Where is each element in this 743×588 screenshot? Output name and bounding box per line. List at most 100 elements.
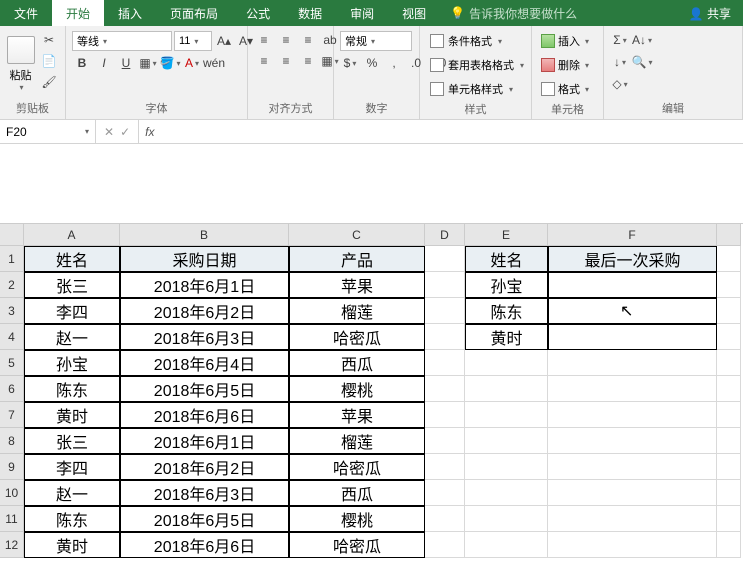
comma-button[interactable]: , bbox=[384, 54, 404, 72]
row-header[interactable]: 12 bbox=[0, 532, 24, 558]
cut-button[interactable]: ✂ bbox=[39, 31, 59, 49]
cell-A3[interactable]: 李四 bbox=[24, 298, 120, 324]
cell-C2[interactable]: 苹果 bbox=[289, 272, 425, 298]
cell-C12[interactable]: 哈密瓜 bbox=[289, 532, 425, 558]
cell-B7[interactable]: 2018年6月6日 bbox=[120, 402, 289, 428]
cell-D5[interactable] bbox=[425, 350, 465, 376]
cell-extra[interactable] bbox=[717, 272, 741, 298]
cell-D1[interactable] bbox=[425, 246, 465, 272]
row-header[interactable]: 3 bbox=[0, 298, 24, 324]
cell-A10[interactable]: 赵一 bbox=[24, 480, 120, 506]
tab-review[interactable]: 审阅 bbox=[336, 0, 388, 26]
col-header-D[interactable]: D bbox=[425, 224, 465, 246]
cell-extra[interactable] bbox=[717, 480, 741, 506]
cell-B2[interactable]: 2018年6月1日 bbox=[120, 272, 289, 298]
row-header[interactable]: 1 bbox=[0, 246, 24, 272]
cell-E3[interactable]: 陈东 bbox=[465, 298, 548, 324]
cell-E9[interactable] bbox=[465, 454, 548, 480]
underline-button[interactable]: U bbox=[116, 54, 136, 72]
align-top-button[interactable]: ≡ bbox=[254, 31, 274, 49]
autosum-button[interactable]: Σ▾ bbox=[610, 31, 630, 49]
number-format-combo[interactable]: 常规▾ bbox=[340, 31, 412, 51]
border-button[interactable]: ▦▾ bbox=[138, 54, 158, 72]
conditional-format-button[interactable]: 条件格式▾ bbox=[426, 31, 506, 51]
cell-extra[interactable] bbox=[717, 402, 741, 428]
name-box[interactable]: F20▾ bbox=[0, 120, 96, 143]
cell-extra[interactable] bbox=[717, 350, 741, 376]
cell-F12[interactable] bbox=[548, 532, 717, 558]
tab-home[interactable]: 开始 bbox=[52, 0, 104, 26]
cell-C5[interactable]: 西瓜 bbox=[289, 350, 425, 376]
cell-E12[interactable] bbox=[465, 532, 548, 558]
cell-B9[interactable]: 2018年6月2日 bbox=[120, 454, 289, 480]
delete-cells-button[interactable]: 删除▾ bbox=[538, 55, 592, 75]
paste-button[interactable]: 粘贴 ▾ bbox=[6, 31, 35, 97]
cell-D4[interactable] bbox=[425, 324, 465, 350]
cell-C9[interactable]: 哈密瓜 bbox=[289, 454, 425, 480]
cell-C4[interactable]: 哈密瓜 bbox=[289, 324, 425, 350]
col-header-F[interactable]: F bbox=[548, 224, 717, 246]
col-header-E[interactable]: E bbox=[465, 224, 548, 246]
align-middle-button[interactable]: ≡ bbox=[276, 31, 296, 49]
cell-D6[interactable] bbox=[425, 376, 465, 402]
cell-F8[interactable] bbox=[548, 428, 717, 454]
cell-F4[interactable] bbox=[548, 324, 717, 350]
cell-D9[interactable] bbox=[425, 454, 465, 480]
clear-button[interactable]: ◇▾ bbox=[610, 75, 630, 93]
cell-C7[interactable]: 苹果 bbox=[289, 402, 425, 428]
row-header[interactable]: 11 bbox=[0, 506, 24, 532]
cell-B12[interactable]: 2018年6月6日 bbox=[120, 532, 289, 558]
col-header-B[interactable]: B bbox=[120, 224, 289, 246]
cell-A5[interactable]: 孙宝 bbox=[24, 350, 120, 376]
font-color-button[interactable]: A▾ bbox=[182, 54, 202, 72]
cell-extra[interactable] bbox=[717, 376, 741, 402]
row-header[interactable]: 10 bbox=[0, 480, 24, 506]
cell-D10[interactable] bbox=[425, 480, 465, 506]
phonetic-button[interactable]: wén bbox=[204, 54, 224, 72]
share-button[interactable]: 👤 共享 bbox=[677, 5, 743, 22]
cell-A2[interactable]: 张三 bbox=[24, 272, 120, 298]
find-button[interactable]: 🔍▾ bbox=[632, 53, 652, 71]
cell-B3[interactable]: 2018年6月2日 bbox=[120, 298, 289, 324]
row-header[interactable]: 6 bbox=[0, 376, 24, 402]
tab-formulas[interactable]: 公式 bbox=[232, 0, 284, 26]
cell-F10[interactable] bbox=[548, 480, 717, 506]
cell-A1[interactable]: 姓名 bbox=[24, 246, 120, 272]
align-right-button[interactable]: ≡ bbox=[298, 52, 318, 70]
row-header[interactable]: 9 bbox=[0, 454, 24, 480]
cell-D3[interactable] bbox=[425, 298, 465, 324]
format-cells-button[interactable]: 格式▾ bbox=[538, 79, 592, 99]
col-header-extra[interactable] bbox=[717, 224, 741, 246]
align-left-button[interactable]: ≡ bbox=[254, 52, 274, 70]
cell-E10[interactable] bbox=[465, 480, 548, 506]
row-header[interactable]: 5 bbox=[0, 350, 24, 376]
percent-button[interactable]: % bbox=[362, 54, 382, 72]
cell-B6[interactable]: 2018年6月5日 bbox=[120, 376, 289, 402]
cell-E4[interactable]: 黄时 bbox=[465, 324, 548, 350]
tab-file[interactable]: 文件 bbox=[0, 0, 52, 26]
cell-E7[interactable] bbox=[465, 402, 548, 428]
cell-F7[interactable] bbox=[548, 402, 717, 428]
row-header[interactable]: 7 bbox=[0, 402, 24, 428]
tab-data[interactable]: 数据 bbox=[284, 0, 336, 26]
copy-button[interactable]: 📄 bbox=[39, 52, 59, 70]
cell-D11[interactable] bbox=[425, 506, 465, 532]
cell-F2[interactable] bbox=[548, 272, 717, 298]
cell-B8[interactable]: 2018年6月1日 bbox=[120, 428, 289, 454]
cell-E8[interactable] bbox=[465, 428, 548, 454]
select-all-corner[interactable] bbox=[0, 224, 24, 246]
cell-E5[interactable] bbox=[465, 350, 548, 376]
row-header[interactable]: 8 bbox=[0, 428, 24, 454]
cell-A7[interactable]: 黄时 bbox=[24, 402, 120, 428]
cancel-formula-button[interactable]: ✕ bbox=[104, 125, 114, 139]
cell-B10[interactable]: 2018年6月3日 bbox=[120, 480, 289, 506]
sort-filter-button[interactable]: A↓▾ bbox=[632, 31, 652, 49]
cell-C11[interactable]: 樱桃 bbox=[289, 506, 425, 532]
cell-F3[interactable] bbox=[548, 298, 717, 324]
cell-extra[interactable] bbox=[717, 298, 741, 324]
currency-button[interactable]: $▾ bbox=[340, 54, 360, 72]
cell-C1[interactable]: 产品 bbox=[289, 246, 425, 272]
cell-E11[interactable] bbox=[465, 506, 548, 532]
cell-A8[interactable]: 张三 bbox=[24, 428, 120, 454]
cell-B5[interactable]: 2018年6月4日 bbox=[120, 350, 289, 376]
